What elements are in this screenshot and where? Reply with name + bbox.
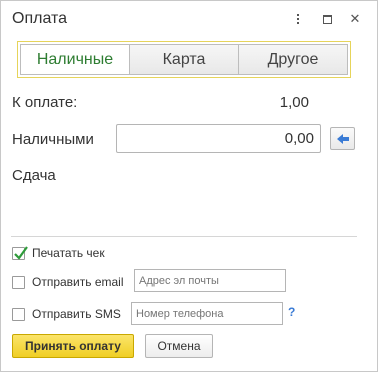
fill-amount-button[interactable] [330, 127, 355, 150]
payment-dialog: Оплата ✕ Наличные Карта Другое К оплате:… [0, 0, 378, 372]
amount-due-label: К оплате: [12, 94, 78, 111]
send-email-label: Отправить email [32, 275, 124, 289]
close-icon[interactable]: ✕ [345, 9, 365, 29]
email-field[interactable] [134, 269, 286, 292]
payment-method-tabs: Наличные Карта Другое [17, 41, 351, 78]
print-receipt-label: Печатать чек [32, 246, 105, 260]
cash-label: Наличными [12, 131, 94, 148]
tab-cash[interactable]: Наличные [20, 44, 130, 75]
send-sms-label: Отправить SMS [32, 307, 121, 321]
more-icon[interactable] [288, 9, 308, 29]
send-sms-option[interactable]: Отправить SMS [12, 307, 121, 321]
tab-card[interactable]: Карта [129, 44, 239, 75]
maximize-icon[interactable] [317, 9, 337, 29]
cash-amount-input[interactable] [116, 124, 321, 153]
amount-due-value: 1,00 [279, 94, 309, 111]
send-email-checkbox[interactable] [12, 275, 25, 289]
print-receipt-checkbox[interactable] [12, 245, 28, 260]
dialog-title: Оплата [12, 10, 68, 27]
change-label: Сдача [12, 167, 56, 184]
help-icon[interactable]: ? [288, 305, 295, 319]
checkmark-icon [14, 245, 28, 260]
accept-payment-button[interactable]: Принять оплату [12, 334, 134, 358]
cancel-button[interactable]: Отмена [145, 334, 213, 358]
close-glyph: ✕ [349, 11, 361, 26]
title-bar: Оплата ✕ [1, 1, 377, 37]
tab-other[interactable]: Другое [238, 44, 348, 75]
print-receipt-option[interactable]: Печатать чек [12, 245, 105, 260]
phone-field[interactable] [131, 302, 283, 325]
divider [11, 236, 357, 237]
send-email-option[interactable]: Отправить email [12, 275, 124, 289]
arrow-left-icon [336, 133, 349, 144]
send-sms-checkbox[interactable] [12, 307, 25, 321]
